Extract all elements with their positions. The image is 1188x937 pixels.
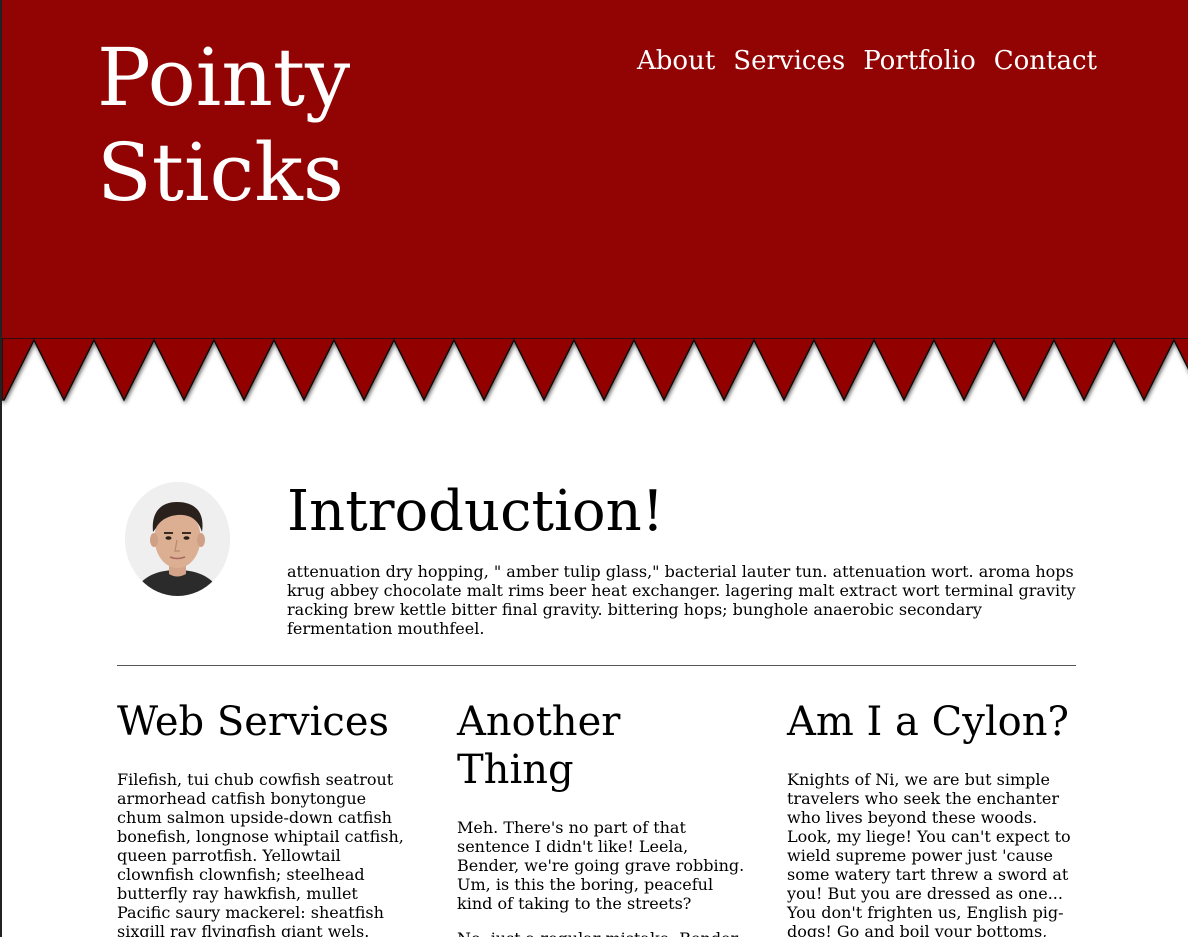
nav-link-about[interactable]: About bbox=[637, 46, 715, 76]
main-nav: About Services Portfolio Contact bbox=[637, 46, 1097, 76]
site-title-line-1: Pointy bbox=[97, 31, 351, 124]
nav-link-services[interactable]: Services bbox=[733, 46, 845, 76]
zigzag-path bbox=[2, 338, 1188, 402]
column-paragraph: Knights of Ni, we are but simple travele… bbox=[787, 770, 1071, 937]
nav-link-contact[interactable]: Contact bbox=[994, 46, 1097, 76]
column-paragraph: Filefish, tui chub cowfish seatrout armo… bbox=[117, 770, 404, 937]
intro-body: attenuation dry hopping, " amber tulip g… bbox=[287, 562, 1076, 638]
section-divider bbox=[117, 665, 1076, 666]
page: Pointy Sticks About Services Portfolio C… bbox=[0, 0, 1188, 937]
intro-text-block: Introduction! attenuation dry hopping, "… bbox=[287, 479, 1077, 639]
avatar bbox=[125, 482, 230, 596]
column-heading: Web Services bbox=[117, 699, 390, 745]
site-title[interactable]: Pointy Sticks bbox=[97, 30, 350, 220]
site-title-line-2: Sticks bbox=[97, 126, 344, 219]
nav-link-portfolio[interactable]: Portfolio bbox=[863, 46, 976, 76]
column-am-i-a-cylon: Am I a Cylon? Knights of Ni, we are but … bbox=[787, 698, 1077, 937]
header-zigzag-edge bbox=[2, 338, 1188, 402]
column-another-thing: Another Thing Meh. There's no part of th… bbox=[457, 698, 747, 937]
intro-heading: Introduction! bbox=[287, 479, 665, 544]
column-paragraph: Meh. There's no part of that sentence I … bbox=[457, 818, 745, 913]
portrait-image bbox=[125, 482, 230, 596]
column-paragraph: No, just a regular mistake. Bender, bbox=[457, 929, 747, 937]
column-web-services: Web Services Filefish, tui chub cowfish … bbox=[117, 698, 407, 937]
site-header: Pointy Sticks About Services Portfolio C… bbox=[2, 0, 1188, 342]
column-heading: Am I a Cylon? bbox=[787, 699, 1069, 745]
column-heading: Another Thing bbox=[457, 699, 621, 793]
